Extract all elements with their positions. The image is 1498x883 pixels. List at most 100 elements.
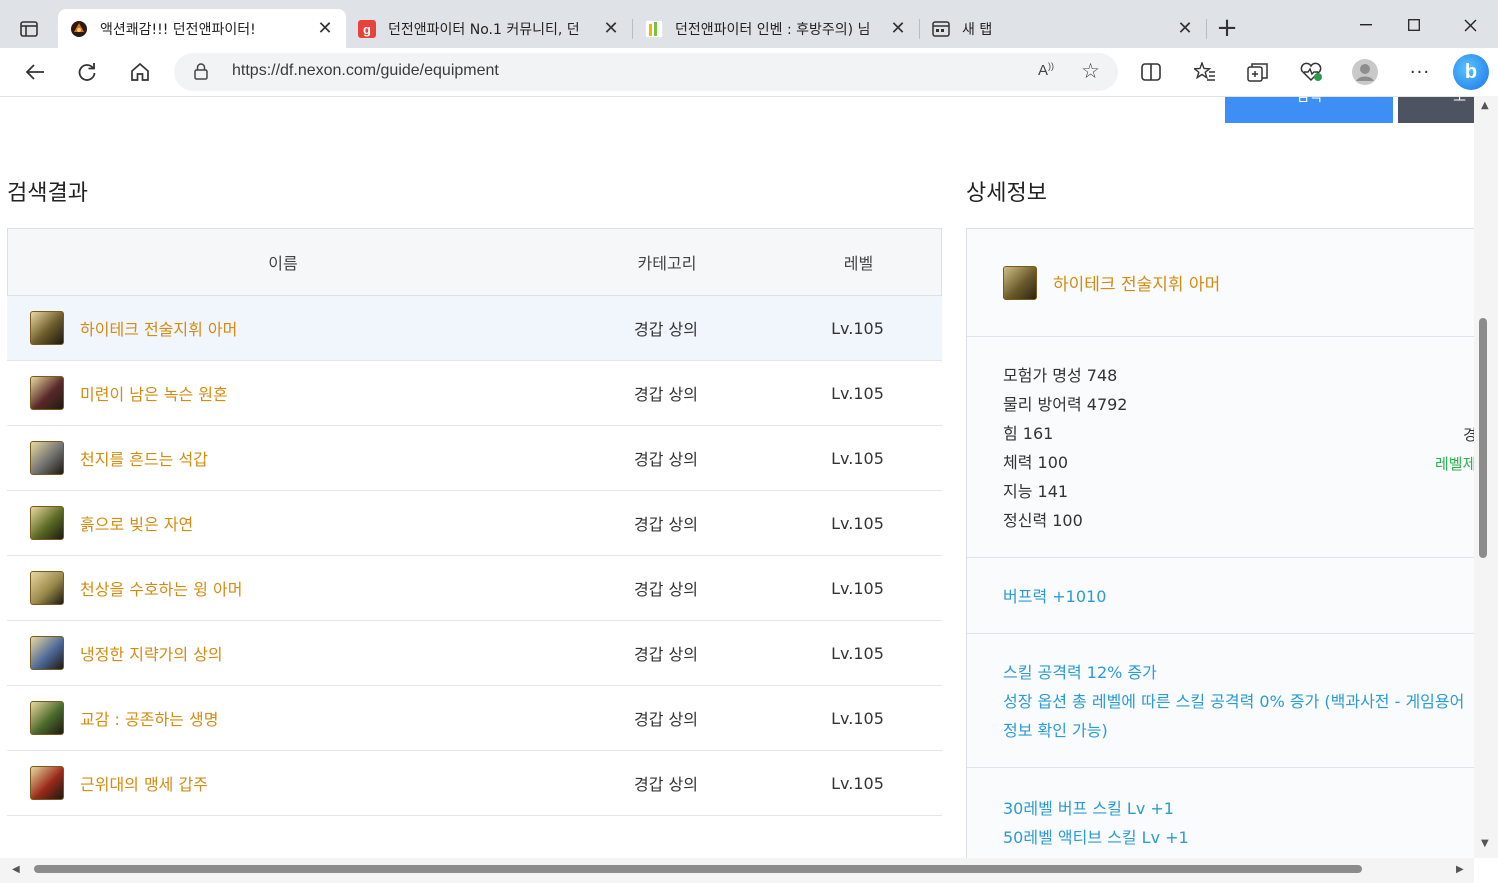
browser-toolbar: https://df.nexon.com/guide/equipment A))… [0, 48, 1498, 96]
scroll-down-icon[interactable]: ▼ [1481, 838, 1489, 849]
bing-copilot-icon[interactable]: b [1453, 54, 1489, 90]
tab-actions-icon[interactable] [14, 14, 44, 44]
url-text[interactable]: https://df.nexon.com/guide/equipment [232, 62, 499, 80]
vertical-scrollbar[interactable]: ▲ ▼ [1474, 96, 1498, 858]
home-icon[interactable] [125, 57, 155, 87]
detail-title: 상세정보 [966, 181, 1047, 206]
item-name[interactable]: 천지를 흔드는 석갑 [80, 446, 208, 470]
vertical-scroll-thumb[interactable] [1479, 318, 1487, 558]
stat-line: 모험가 명성 748 [1003, 366, 1118, 385]
detail-stats: 모험가 명성 748 물리 방어력 4792 힘 161 체력 100 지능 1… [967, 337, 1474, 558]
close-icon[interactable]: ✕ [1176, 18, 1194, 39]
collections-icon[interactable] [1243, 57, 1273, 87]
item-level: Lv.105 [831, 773, 884, 793]
tab-title: 던전앤파이터 No.1 커뮤니티, 던 [388, 21, 580, 38]
item-category: 경갑 상의 [634, 775, 698, 794]
address-bar[interactable]: https://df.nexon.com/guide/equipment A))… [174, 53, 1118, 91]
favorites-icon[interactable] [1190, 57, 1220, 87]
maximize-button[interactable] [1394, 10, 1434, 40]
item-armor-icon [30, 376, 64, 410]
stat-line: 힘 161 [1003, 424, 1054, 443]
item-level: Lv.105 [831, 448, 884, 468]
item-category: 경갑 상의 [634, 580, 698, 599]
item-armor-icon [30, 441, 64, 475]
profile-avatar[interactable] [1350, 57, 1380, 87]
newtab-icon [932, 20, 950, 38]
table-row[interactable]: 하이테크 전술지휘 아머 경갑 상의 Lv.105 [7, 296, 942, 361]
table-row[interactable]: 흙으로 빚은 자연 경갑 상의 Lv.105 [7, 491, 942, 556]
tab-separator [1206, 19, 1207, 39]
horizontal-scrollbar[interactable]: ◀ ▶ [0, 858, 1474, 883]
lock-icon[interactable] [194, 63, 208, 84]
item-armor-icon [30, 636, 64, 670]
table-row[interactable]: 천상을 수호하는 윙 아머 경갑 상의 Lv.105 [7, 556, 942, 621]
tab-dnf[interactable]: 액션쾌감!!! 던전앤파이터! ✕ [58, 9, 346, 48]
tab-community[interactable]: g 던전앤파이터 No.1 커뮤니티, 던 ✕ [346, 9, 632, 48]
item-armor-icon [30, 766, 64, 800]
item-category: 경갑 상의 [634, 515, 698, 534]
detail-buff: 버프력 +1010 [967, 558, 1474, 634]
browser-essentials-icon[interactable] [1296, 57, 1326, 87]
scroll-right-icon[interactable]: ▶ [1456, 864, 1464, 875]
close-icon[interactable]: ✕ [889, 18, 907, 39]
favorite-star-icon[interactable]: ☆ [1081, 59, 1100, 83]
new-tab-button[interactable]: + [1212, 14, 1242, 44]
row-name-cell[interactable]: 교감 : 공존하는 생명 [7, 701, 557, 735]
scroll-up-icon[interactable]: ▲ [1481, 100, 1489, 111]
table-row[interactable]: 근위대의 맹세 갑주 경갑 상의 Lv.105 [7, 751, 942, 816]
item-name[interactable]: 교감 : 공존하는 생명 [80, 706, 218, 730]
stat-line: 물리 방어력 4792 [1003, 395, 1128, 414]
item-level: Lv.105 [831, 578, 884, 598]
header-name: 이름 [268, 254, 298, 273]
detail-options: 스킬 공격력 12% 증가 성장 옵션 총 레벨에 따른 스킬 공격력 0% 증… [967, 634, 1474, 768]
reset-button[interactable]: 초 [1398, 97, 1474, 123]
tab-inven[interactable]: 던전앤파이터 인벤 : 후방주의) 님 ✕ [633, 9, 919, 48]
item-name[interactable]: 냉정한 지략가의 상의 [80, 641, 223, 665]
item-category: 경갑 상의 [634, 450, 698, 469]
item-name[interactable]: 천상을 수호하는 윙 아머 [80, 576, 242, 600]
row-name-cell[interactable]: 미련이 남은 녹슨 원혼 [7, 376, 557, 410]
horizontal-scroll-thumb[interactable] [34, 865, 1362, 873]
row-name-cell[interactable]: 냉정한 지략가의 상의 [7, 636, 557, 670]
row-name-cell[interactable]: 천지를 흔드는 석갑 [7, 441, 557, 475]
table-row[interactable]: 냉정한 지략가의 상의 경갑 상의 Lv.105 [7, 621, 942, 686]
item-armor-icon [1003, 265, 1037, 300]
row-name-cell[interactable]: 하이테크 전술지휘 아머 [7, 311, 557, 345]
row-name-cell[interactable]: 천상을 수호하는 윙 아머 [7, 571, 557, 605]
option-line: 스킬 공격력 12% 증가 [1003, 663, 1157, 682]
table-row[interactable]: 미련이 남은 녹슨 원혼 경갑 상의 Lv.105 [7, 361, 942, 426]
row-name-cell[interactable]: 근위대의 맹세 갑주 [7, 766, 557, 800]
tab-title: 던전앤파이터 인벤 : 후방주의) 님 [675, 21, 871, 38]
detail-header: 하이테크 전술지휘 아머 [967, 229, 1474, 337]
row-name-cell[interactable]: 흙으로 빚은 자연 [7, 506, 557, 540]
tab-title: 새 탭 [962, 21, 993, 38]
header-level: 레벨 [843, 254, 874, 273]
item-armor-icon [30, 571, 64, 605]
item-name[interactable]: 근위대의 맹세 갑주 [80, 771, 208, 795]
scroll-left-icon[interactable]: ◀ [12, 864, 20, 875]
back-icon[interactable] [20, 57, 50, 87]
close-window-button[interactable] [1450, 10, 1490, 40]
table-header: 이름 카테고리 레벨 [7, 228, 942, 296]
close-icon[interactable]: ✕ [602, 18, 620, 39]
more-menu-icon[interactable]: ··· [1405, 57, 1435, 87]
refresh-icon[interactable] [72, 57, 102, 87]
read-aloud-icon[interactable]: A)) [1038, 61, 1054, 79]
results-table: 이름 카테고리 레벨 하이테크 전술지휘 아머 경갑 상의 Lv.105 미련이 남은… [7, 228, 942, 816]
svg-text:g: g [363, 22, 371, 37]
item-name[interactable]: 하이테크 전술지휘 아머 [80, 316, 237, 340]
g-icon: g [358, 19, 376, 38]
detail-item-name: 하이테크 전술지휘 아머 [1053, 275, 1221, 295]
table-row[interactable]: 교감 : 공존하는 생명 경갑 상의 Lv.105 [7, 686, 942, 751]
header-category: 카테고리 [637, 254, 697, 273]
item-name[interactable]: 미련이 남은 녹슨 원혼 [80, 381, 228, 405]
split-screen-icon[interactable] [1136, 57, 1166, 87]
tab-newtab[interactable]: 새 탭 ✕ [920, 9, 1206, 48]
results-title: 검색결과 [7, 181, 88, 206]
table-row[interactable]: 천지를 흔드는 석갑 경갑 상의 Lv.105 [7, 426, 942, 491]
item-name[interactable]: 흙으로 빚은 자연 [80, 511, 193, 535]
minimize-button[interactable] [1346, 10, 1386, 40]
item-category: 경갑 상의 [634, 385, 698, 404]
close-icon[interactable]: ✕ [316, 18, 334, 39]
search-button[interactable]: 검색 [1225, 97, 1393, 123]
